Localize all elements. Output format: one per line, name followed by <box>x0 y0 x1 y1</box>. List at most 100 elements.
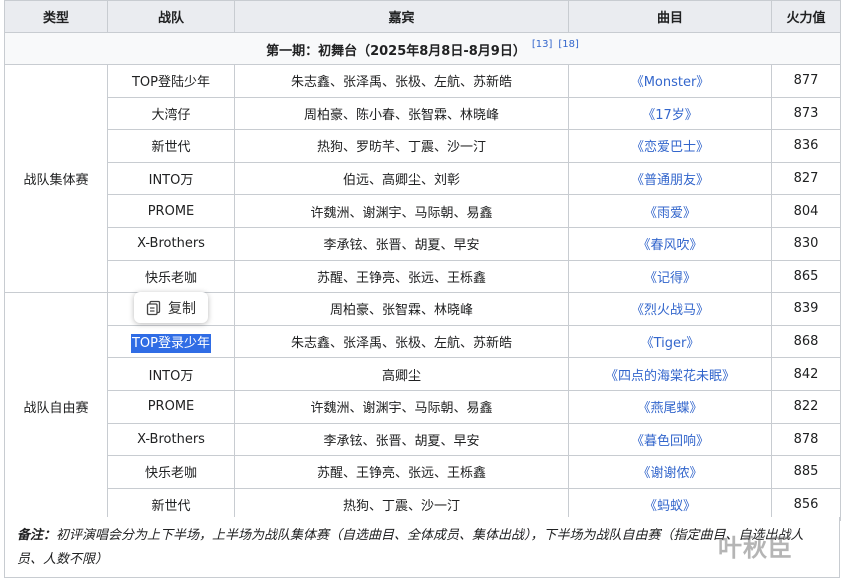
song-link[interactable]: 《Tiger》 <box>641 336 700 351</box>
song-link[interactable]: 《春风吹》 <box>637 238 702 253</box>
team-cell: 新世代 <box>107 487 235 522</box>
period-row: 第一期：初舞台（2025年8月8日-8月9日） [13] [18] <box>4 32 841 65</box>
score-cell: 885 <box>771 455 841 489</box>
song-link[interactable]: 《17岁》 <box>642 108 698 123</box>
score-cell: 836 <box>771 129 841 163</box>
song-cell: 《普通朋友》 <box>568 161 772 196</box>
header-team: 战队 <box>107 0 235 33</box>
table-row: 快乐老咖 苏醒、王铮亮、张远、王栎鑫 《记得》 865 <box>5 259 841 294</box>
team-name: TOP登陆少年 <box>131 75 210 91</box>
song-cell: 《Monster》 <box>568 64 772 98</box>
guests-cell: 苏醒、王铮亮、张远、王栎鑫 <box>234 259 569 294</box>
song-link[interactable]: 《蚂蚁》 <box>644 499 696 514</box>
score-cell: 868 <box>771 324 841 359</box>
song-link[interactable]: 《普通朋友》 <box>631 173 709 188</box>
score-cell: 865 <box>771 259 841 294</box>
song-cell: 《蚂蚁》 <box>568 487 772 522</box>
category-cell: 战队自由赛 <box>4 292 108 522</box>
song-link[interactable]: 《Monster》 <box>631 75 710 90</box>
team-cell: X-Brothers <box>107 422 235 457</box>
ref-link[interactable]: [13] <box>532 39 553 50</box>
wiki-table: 类型 战队 嘉宾 曲目 火力值 第一期：初舞台（2025年8月8日-8月9日） [… <box>4 0 841 522</box>
song-cell: 《四点的海棠花未眠》 <box>568 357 772 391</box>
song-link[interactable]: 《四点的海棠花未眠》 <box>605 369 735 384</box>
table-note: 备注：初评演唱会分为上下半场，上半场为战队集体赛（自选曲目、全体成员、集体出战）… <box>4 517 840 578</box>
team-cell: 快乐老咖 <box>107 455 235 489</box>
table-row: PROME 许魏洲、谢渊宇、马际朝、易鑫 《雨爱》 804 <box>5 194 841 228</box>
header-score: 火力值 <box>771 0 841 33</box>
table-row: 战队自由赛 周柏豪、张智霖、林晓峰 《烈火战马》 839 <box>4 292 841 522</box>
team-cell: INTO万 <box>107 161 235 196</box>
song-cell: 《谢谢侬》 <box>568 455 772 489</box>
guests-cell: 伯远、高卿尘、刘彰 <box>234 161 569 196</box>
team-cell: X-Brothers <box>107 226 235 261</box>
team-cell: 快乐老咖 <box>107 259 235 294</box>
song-link[interactable]: 《记得》 <box>644 271 696 286</box>
guests-cell: 热狗、罗昉芊、丁震、沙一汀 <box>234 129 569 163</box>
guests-cell: 许魏洲、谢渊宇、马际朝、易鑫 <box>234 194 569 228</box>
team-cell: INTO万 <box>107 357 235 391</box>
copy-icon <box>146 300 162 316</box>
table-row: X-Brothers 李承铉、张晋、胡夏、早安 《暮色回响》 878 <box>5 422 841 457</box>
period-title: 第一期：初舞台（2025年8月8日-8月9日） <box>266 43 526 59</box>
song-cell: 《春风吹》 <box>568 226 772 261</box>
header-type: 类型 <box>4 0 108 33</box>
song-link[interactable]: 《暮色回响》 <box>631 434 709 449</box>
song-link[interactable]: 《烈火战马》 <box>631 303 709 318</box>
note-label: 备注： <box>17 528 57 543</box>
song-cell: 《Tiger》 <box>568 324 772 359</box>
header-guests: 嘉宾 <box>234 0 569 33</box>
guests-cell: 李承铉、张晋、胡夏、早安 <box>234 422 569 457</box>
ref-link[interactable]: [18] <box>558 39 579 50</box>
song-cell: 《雨爱》 <box>568 194 772 228</box>
song-link[interactable]: 《燕尾蝶》 <box>637 401 702 416</box>
score-cell: 830 <box>771 226 841 261</box>
team-name: PROME <box>147 399 195 415</box>
guests-cell: 周柏豪、张智霖、林晓峰 <box>234 292 569 326</box>
table-row: 战队集体赛 TOP登陆少年 朱志鑫、张泽禹、张极、左航、苏新皓 《Monster》 87… <box>4 63 841 294</box>
score-cell: 878 <box>771 422 841 457</box>
team-cell: PROME <box>107 389 235 424</box>
table-row: 新世代 热狗、丁震、沙一汀 《蚂蚁》 856 <box>5 487 841 522</box>
table-row: TOP登录少年 朱志鑫、张泽禹、张极、左航、苏新皓 《Tiger》 868 <box>5 324 841 359</box>
team-cell: TOP登录少年 <box>107 324 235 359</box>
table-row: X-Brothers 李承铉、张晋、胡夏、早安 《春风吹》 830 <box>5 226 841 261</box>
table-row: INTO万 高卿尘 《四点的海棠花未眠》 842 <box>5 357 841 391</box>
watermark: 叶秋臣 <box>718 534 793 562</box>
table-row: 快乐老咖 苏醒、王铮亮、张远、王栎鑫 《谢谢侬》 885 <box>5 455 841 489</box>
team-name: 大湾仔 <box>151 107 191 123</box>
category-cell: 战队集体赛 <box>4 63 108 294</box>
guests-cell: 周柏豪、陈小春、张智霖、林晓峰 <box>234 96 569 131</box>
team-name: 新世代 <box>151 140 191 156</box>
song-link[interactable]: 《雨爱》 <box>644 206 696 221</box>
score-cell: 804 <box>771 194 841 228</box>
note-text: 初评演唱会分为上下半场，上半场为战队集体赛（自选曲目、全体成员、集体出战），下半… <box>17 528 804 567</box>
header-row: 类型 战队 嘉宾 曲目 火力值 <box>4 0 841 33</box>
team-cell: TOP登陆少年 <box>107 64 235 98</box>
copy-popup-button[interactable]: 复制 <box>134 292 208 323</box>
song-cell: 《烈火战马》 <box>568 292 772 326</box>
score-cell: 839 <box>771 292 841 326</box>
team-name: INTO万 <box>148 173 194 189</box>
team-name: 新世代 <box>151 499 191 515</box>
score-cell: 873 <box>771 96 841 131</box>
song-link[interactable]: 《谢谢侬》 <box>637 466 702 481</box>
guests-cell: 朱志鑫、张泽禹、张极、左航、苏新皓 <box>234 324 569 359</box>
team-name: PROME <box>147 203 195 219</box>
period-title-cell: 第一期：初舞台（2025年8月8日-8月9日） [13] [18] <box>4 32 841 65</box>
score-cell: 877 <box>771 64 841 98</box>
table-row: 大湾仔 周柏豪、陈小春、张智霖、林晓峰 《17岁》 873 <box>5 96 841 131</box>
header-song: 曲目 <box>568 0 772 33</box>
guests-cell: 热狗、丁震、沙一汀 <box>234 487 569 522</box>
score-cell: 842 <box>771 357 841 391</box>
score-cell: 822 <box>771 389 841 424</box>
team-cell: 新世代 <box>107 129 235 163</box>
song-link[interactable]: 《恋爱巴士》 <box>631 140 709 155</box>
team-name: X-Brothers <box>137 431 205 447</box>
guests-cell: 朱志鑫、张泽禹、张极、左航、苏新皓 <box>234 64 569 98</box>
copy-label: 复制 <box>168 300 196 317</box>
table-row: 新世代 热狗、罗昉芊、丁震、沙一汀 《恋爱巴士》 836 <box>5 129 841 163</box>
table-row: INTO万 伯远、高卿尘、刘彰 《普通朋友》 827 <box>5 161 841 196</box>
team-cell: 大湾仔 <box>107 96 235 131</box>
guests-cell: 苏醒、王铮亮、张远、王栎鑫 <box>234 455 569 489</box>
